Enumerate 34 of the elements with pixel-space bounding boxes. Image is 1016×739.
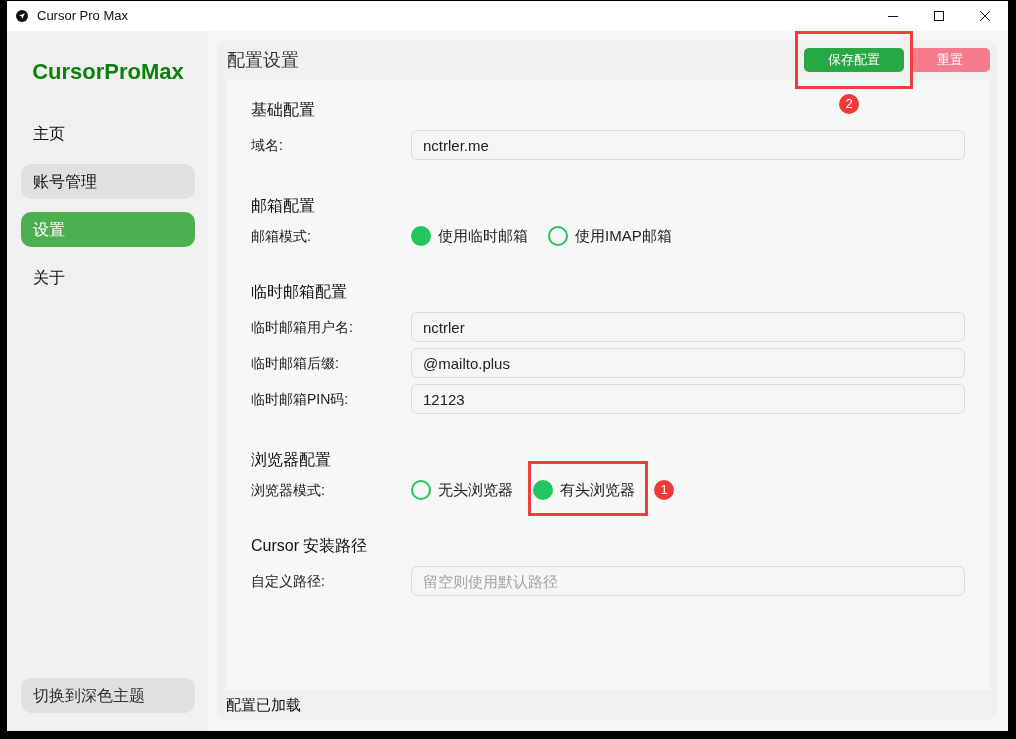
section-heading: 临时邮箱配置 xyxy=(251,282,347,302)
field-label: 临时邮箱用户名: xyxy=(251,317,354,337)
field-label: 浏览器模式: xyxy=(251,480,326,500)
nav-item[interactable]: 账号管理 xyxy=(21,164,195,199)
nav-item[interactable]: 主页 xyxy=(21,116,195,151)
field-label: 域名: xyxy=(251,135,284,155)
close-icon xyxy=(980,11,990,21)
window-title: Cursor Pro Max xyxy=(37,7,129,26)
text-input[interactable]: 12123 xyxy=(411,384,965,414)
text-input[interactable]: @mailto.plus xyxy=(411,348,965,378)
section-heading: 基础配置 xyxy=(251,100,315,120)
field-label: 临时邮箱PIN码: xyxy=(251,389,350,409)
radio-option[interactable]: 使用临时邮箱 xyxy=(411,224,528,248)
nav-item[interactable]: 关于 xyxy=(21,260,195,295)
field-label: 邮箱模式: xyxy=(251,226,312,246)
section-heading: 浏览器配置 xyxy=(251,450,331,470)
field-label: 临时邮箱后缀: xyxy=(251,353,340,373)
radio-option[interactable]: 有头浏览器 xyxy=(533,478,635,502)
arrow-logo-icon xyxy=(16,10,28,22)
text-input[interactable]: nctrler xyxy=(411,312,965,342)
app-logo: CursorProMax xyxy=(31,59,185,85)
section-heading: Cursor 安装路径 xyxy=(251,536,368,556)
theme-toggle-button[interactable]: 切换到深色主题 xyxy=(21,678,195,713)
field-label: 自定义路径: xyxy=(251,571,326,591)
page-title: 配置设置 xyxy=(227,48,299,72)
radio-option[interactable]: 无头浏览器 xyxy=(411,478,513,502)
text-input[interactable]: 留空则使用默认路径 xyxy=(411,566,965,596)
status-text: 配置已加载 xyxy=(226,694,301,715)
radio-option[interactable]: 使用IMAP邮箱 xyxy=(548,224,672,248)
section-heading: 邮箱配置 xyxy=(251,196,315,216)
minimize-icon xyxy=(888,15,898,17)
annotation-number: 1 xyxy=(654,479,674,500)
maximize-icon xyxy=(934,11,944,21)
text-input[interactable]: nctrler.me xyxy=(411,130,965,160)
